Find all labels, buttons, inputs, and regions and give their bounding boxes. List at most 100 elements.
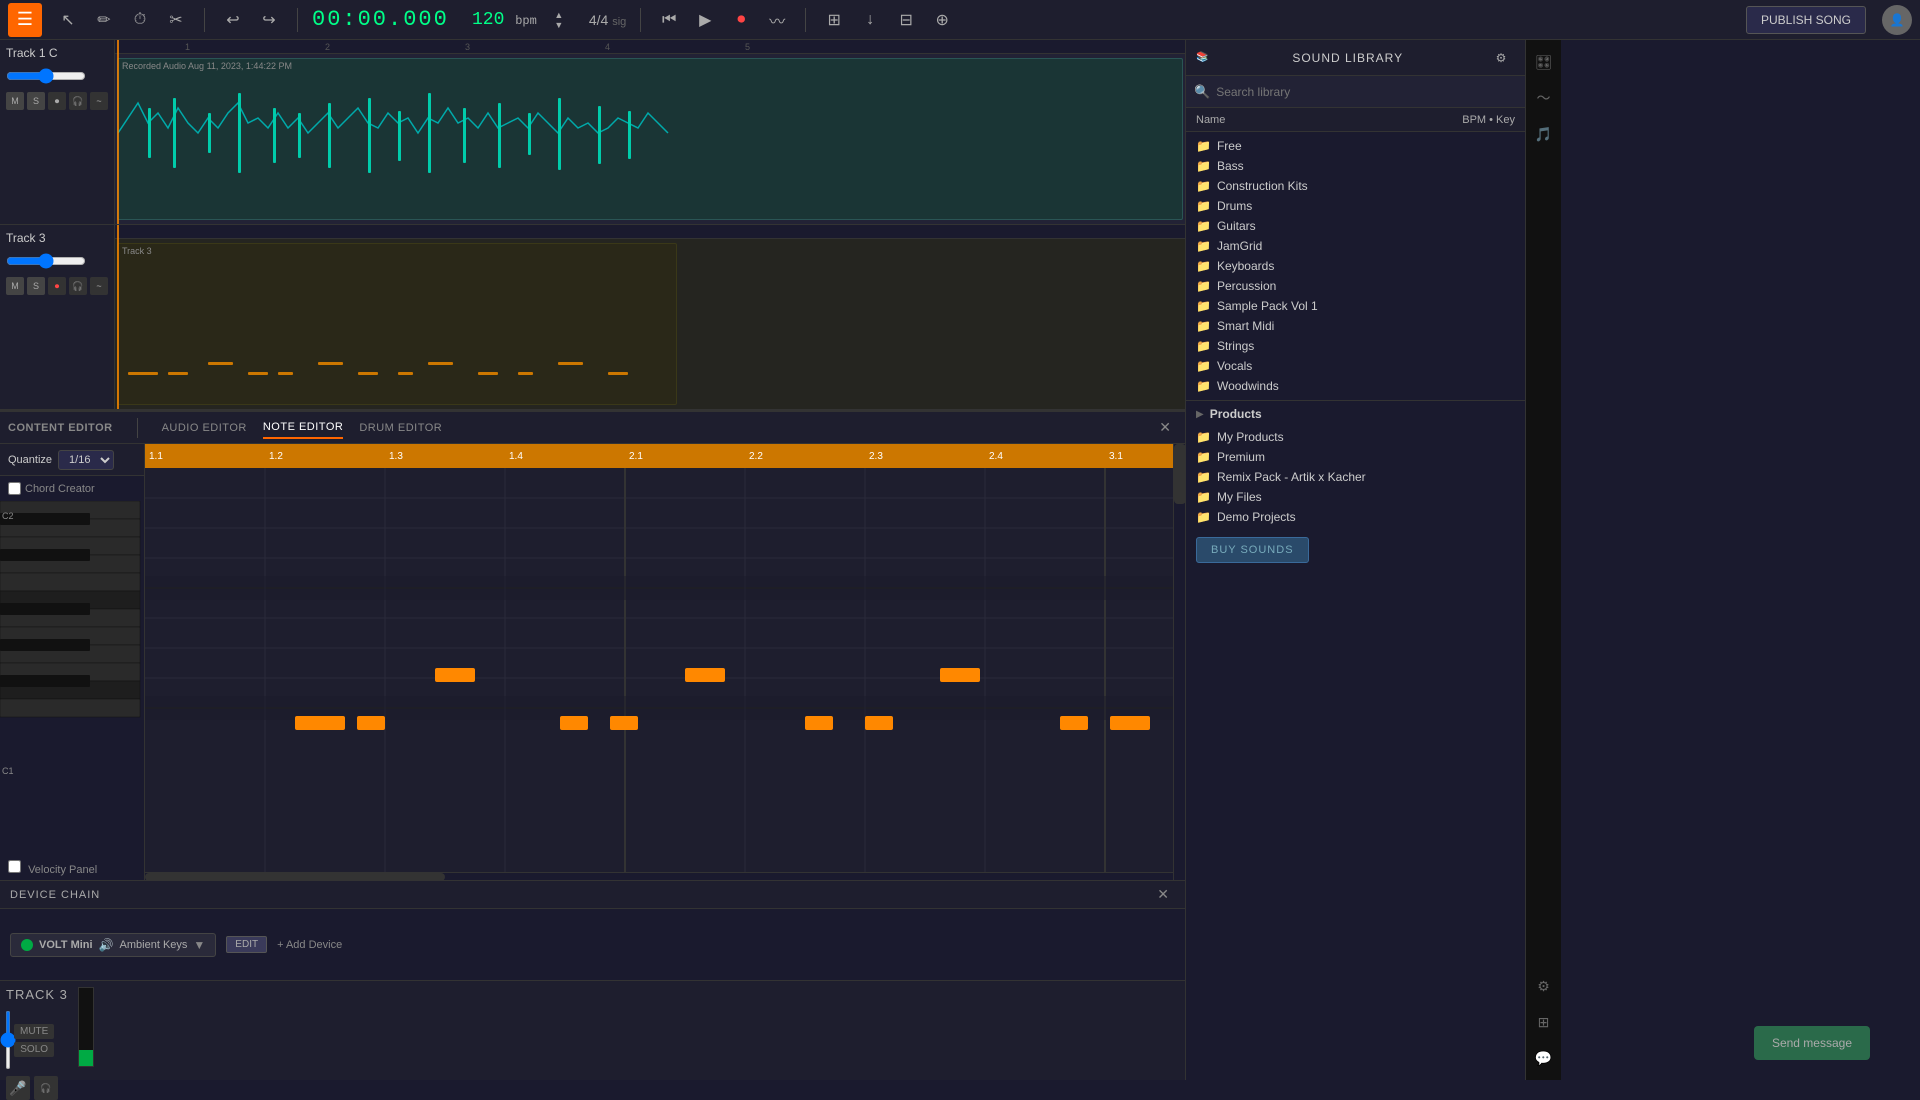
separator2: [297, 8, 298, 32]
arm-btn-1c[interactable]: ⏺: [48, 92, 66, 110]
quantize-label: Quantize: [8, 454, 52, 466]
quantize-select[interactable]: 1/16 1/8 1/4: [58, 450, 114, 470]
piano-keys: C2 C1: [0, 501, 144, 856]
buy-sounds-button[interactable]: BUY SOUNDS: [1196, 537, 1309, 563]
redo-button[interactable]: ↪: [255, 6, 283, 34]
tree-item-remix-pack[interactable]: 📁 Remix Pack - Artik x Kacher: [1186, 467, 1525, 487]
search-input[interactable]: [1216, 85, 1517, 99]
folder-icon-premium: 📁: [1196, 450, 1211, 464]
far-right-grid-button[interactable]: ⊞: [1530, 1008, 1558, 1036]
tree-item-my-products[interactable]: 📁 My Products: [1186, 427, 1525, 447]
menu-button[interactable]: ☰: [8, 3, 42, 37]
folder-icon-keyboards: 📁: [1196, 259, 1211, 273]
chord-creator-checkbox[interactable]: [8, 482, 21, 495]
wave-btn-3[interactable]: ~: [90, 277, 108, 295]
user-avatar: 👤: [1882, 5, 1912, 35]
fx-button[interactable]: ⊕: [928, 6, 956, 34]
note-grid-area[interactable]: 1.1 1.2 1.3 1.4 2.1 2.2 2.3 2.4 3.1: [145, 444, 1173, 880]
undo-button[interactable]: ↩: [219, 6, 247, 34]
tab-note-editor[interactable]: NOTE EDITOR: [263, 417, 343, 439]
note-grid[interactable]: [145, 468, 1173, 872]
library-settings-button[interactable]: ⚙: [1487, 44, 1515, 72]
tree-item-drums[interactable]: 📁 Drums: [1186, 196, 1525, 216]
tree-item-smart-midi[interactable]: 📁 Smart Midi: [1186, 316, 1525, 336]
tree-item-sample-pack[interactable]: 📁 Sample Pack Vol 1: [1186, 296, 1525, 316]
library-tree: 📁 Free 📁 Bass 📁 Construction Kits 📁 Drum…: [1186, 132, 1525, 1080]
tree-label-premium: Premium: [1217, 450, 1265, 464]
tree-item-bass[interactable]: 📁 Bass: [1186, 156, 1525, 176]
h-scrollbar-thumb[interactable]: [145, 873, 445, 880]
track3-mute-button[interactable]: MUTE: [14, 1024, 54, 1039]
headphone-btn-1c[interactable]: 🎧: [69, 92, 87, 110]
track3-fader[interactable]: [6, 1010, 10, 1070]
chord-creator-label: Chord Creator: [25, 483, 95, 495]
device-chain-close-button[interactable]: ✕: [1151, 884, 1175, 905]
track-ruler-1c: 1 2 3 4 5: [115, 40, 1185, 54]
v-scrollbar-thumb[interactable]: [1174, 444, 1185, 504]
clock-tool-button[interactable]: ⏱: [126, 6, 154, 34]
select-tool-button[interactable]: ↖: [54, 6, 82, 34]
rewind-button[interactable]: ⏮: [655, 6, 683, 34]
tree-item-guitars[interactable]: 📁 Guitars: [1186, 216, 1525, 236]
device-power-button[interactable]: [21, 939, 33, 951]
far-right-plugin-button[interactable]: 🎛: [1530, 48, 1558, 76]
device-edit-button[interactable]: EDIT: [226, 936, 267, 953]
tree-item-free[interactable]: 📁 Free: [1186, 136, 1525, 156]
far-right-midi-button[interactable]: 🎵: [1530, 120, 1558, 148]
tree-item-woodwinds[interactable]: 📁 Woodwinds: [1186, 376, 1525, 396]
editor-close-button[interactable]: ✕: [1153, 417, 1177, 438]
publish-button[interactable]: PUBLISH SONG: [1746, 6, 1866, 34]
headphone-btn-3[interactable]: 🎧: [69, 277, 87, 295]
mute-btn-3[interactable]: M: [6, 277, 24, 295]
chord-creator-row: Chord Creator: [0, 476, 144, 501]
v-scrollbar[interactable]: [1173, 444, 1185, 880]
tree-item-strings[interactable]: 📁 Strings: [1186, 336, 1525, 356]
col-bpm-key-label: BPM • Key: [1462, 114, 1515, 126]
snap-button[interactable]: ⊞: [820, 6, 848, 34]
tab-audio-editor[interactable]: AUDIO EDITOR: [162, 418, 247, 438]
tree-item-demo-projects[interactable]: 📁 Demo Projects: [1186, 507, 1525, 527]
send-message-button[interactable]: Send message: [1754, 1026, 1870, 1060]
track3-solo-button[interactable]: SOLO: [14, 1042, 54, 1057]
far-right-wave-button[interactable]: 〜: [1530, 84, 1558, 112]
velocity-panel-checkbox[interactable]: [8, 860, 21, 873]
wave-btn-1c[interactable]: ~: [90, 92, 108, 110]
far-right-settings-button[interactable]: ⚙: [1530, 972, 1558, 1000]
loop-button[interactable]: 〰: [763, 6, 791, 34]
chevron-down-icon[interactable]: ▼: [193, 938, 205, 952]
track-name-1c: Track 1 C: [6, 46, 108, 60]
track-row-3: Track 3 M S ⏺ 🎧 ~ Track 3: [0, 225, 1185, 410]
tree-item-vocals[interactable]: 📁 Vocals: [1186, 356, 1525, 376]
add-device-button[interactable]: + Add Device: [277, 939, 342, 951]
track3-label: TRACK 3: [6, 987, 68, 1002]
track-volume-1c[interactable]: [6, 68, 86, 84]
tree-item-keyboards[interactable]: 📁 Keyboards: [1186, 256, 1525, 276]
playhead-3: [117, 225, 119, 409]
track-content-1c[interactable]: 1 2 3 4 5 Recorded Audio Aug 11, 2023, 1…: [115, 40, 1185, 224]
solo-btn-3[interactable]: S: [27, 277, 45, 295]
track-content-3[interactable]: Track 3: [115, 225, 1185, 409]
bpm-up-button[interactable]: ▲▼: [545, 6, 573, 34]
tab-drum-editor[interactable]: DRUM EDITOR: [359, 418, 442, 438]
far-right-chat-button[interactable]: 💬: [1530, 1044, 1558, 1072]
pencil-tool-button[interactable]: ✏: [90, 6, 118, 34]
metronome-button[interactable]: ↓: [856, 6, 884, 34]
tree-item-premium[interactable]: 📁 Premium: [1186, 447, 1525, 467]
split-button[interactable]: ⊟: [892, 6, 920, 34]
midi-clip-label: Track 3: [118, 244, 676, 258]
h-scrollbar[interactable]: [145, 872, 1173, 880]
mute-btn-1c[interactable]: M: [6, 92, 24, 110]
device-chain-title: DEVICE CHAIN: [10, 889, 100, 901]
tree-item-jamgrid[interactable]: 📁 JamGrid: [1186, 236, 1525, 256]
tree-item-my-files[interactable]: 📁 My Files: [1186, 487, 1525, 507]
tree-item-percussion[interactable]: 📁 Percussion: [1186, 276, 1525, 296]
solo-btn-1c[interactable]: S: [27, 92, 45, 110]
device-name: VOLT Mini: [39, 939, 93, 951]
arm-btn-3[interactable]: ⏺: [48, 277, 66, 295]
play-button[interactable]: ▶: [691, 6, 719, 34]
track-volume-3[interactable]: [6, 253, 86, 269]
time-display: 00:00.000: [312, 7, 452, 32]
tree-item-construction-kits[interactable]: 📁 Construction Kits: [1186, 176, 1525, 196]
cut-tool-button[interactable]: ✂: [162, 6, 190, 34]
record-button[interactable]: ⏺: [727, 6, 755, 34]
